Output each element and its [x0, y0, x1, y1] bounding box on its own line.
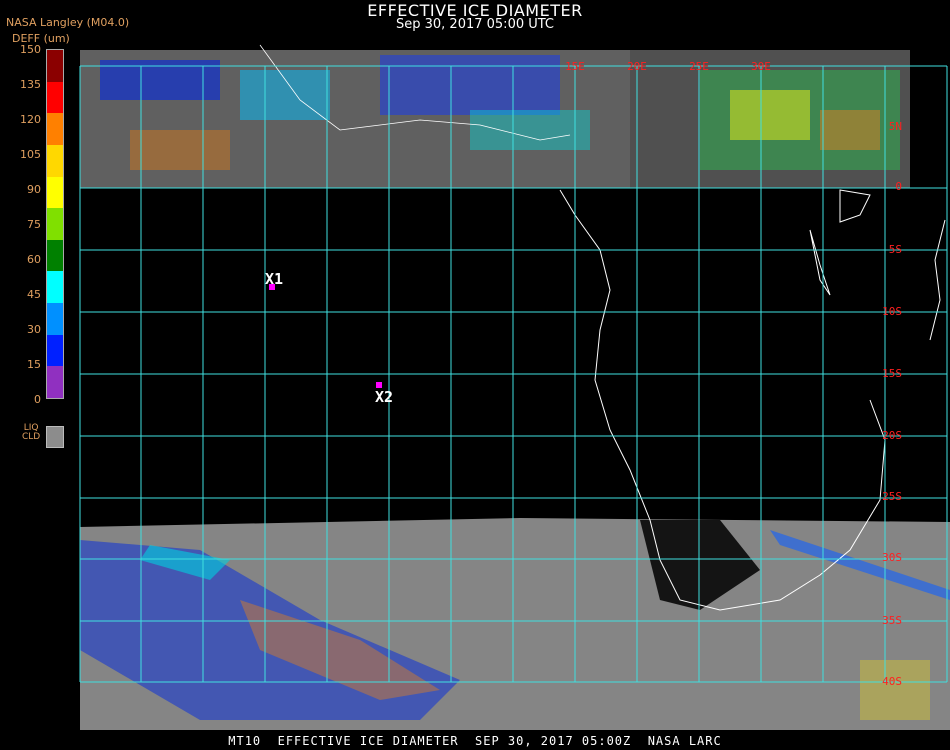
- latitude-label: 15S: [882, 367, 902, 380]
- longitude-label: 25E: [689, 60, 709, 73]
- latitude-label: 35S: [882, 614, 902, 627]
- latitude-label: 5S: [889, 243, 902, 256]
- marker-x1[interactable]: X1: [265, 270, 283, 290]
- longitude-label: 30E: [751, 60, 771, 73]
- longitude-label: 20E: [627, 60, 647, 73]
- latitude-label: 0: [895, 180, 902, 193]
- latitude-label: 25S: [882, 490, 902, 503]
- northern-cloud-band: [80, 50, 910, 188]
- latitude-label: 20S: [882, 429, 902, 442]
- latitude-label: 10S: [882, 305, 902, 318]
- marker-x1-label: X1: [265, 270, 283, 288]
- longitude-label: 15E: [565, 60, 585, 73]
- latitude-label: 30S: [882, 551, 902, 564]
- latitude-label: 5N: [889, 120, 902, 133]
- satellite-map: 5N05S10S15S20S25S30S35S40S 15E 20E 25E 30E …: [79, 44, 950, 730]
- southern-cloud-band: [80, 518, 950, 730]
- latitude-label: 40S: [882, 675, 902, 688]
- footer-caption: MT10 EFFECTIVE ICE DIAMETER SEP 30, 2017…: [228, 734, 722, 748]
- marker-x2-label: X2: [375, 388, 393, 406]
